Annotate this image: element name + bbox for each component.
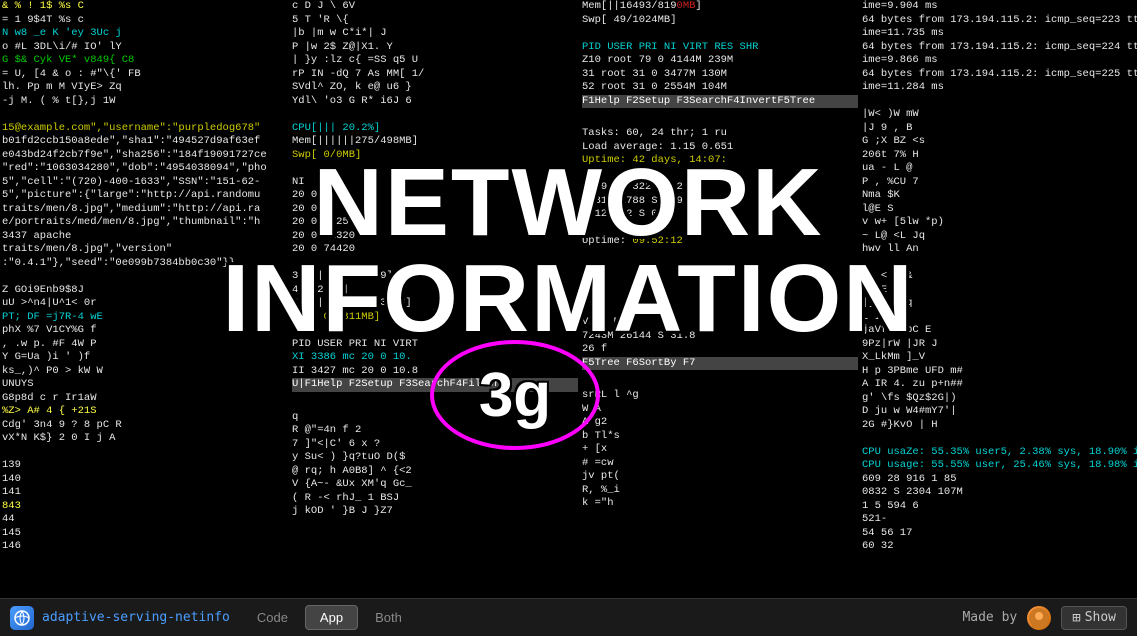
app-icon bbox=[10, 606, 34, 630]
tab-both[interactable]: Both bbox=[360, 605, 417, 630]
made-by-text: Made by bbox=[962, 610, 1017, 625]
app-name: adaptive-serving-netinfo bbox=[42, 610, 230, 625]
show-button[interactable]: ⊞ Show bbox=[1061, 606, 1127, 630]
terminal-col-3: Mem[||16493/8190MB] Swp[ 49/1024MB] PID … bbox=[580, 0, 860, 620]
tab-code[interactable]: Code bbox=[242, 605, 303, 630]
network-badge-circle: 3g bbox=[430, 340, 600, 450]
right-section: Made by ⊞ Show bbox=[962, 606, 1127, 630]
show-icon: ⊞ bbox=[1072, 610, 1080, 626]
network-badge-text: 3g bbox=[479, 360, 551, 431]
tab-app[interactable]: App bbox=[305, 605, 358, 630]
terminal-col-4: ime=9.904 ms 64 bytes from 173.194.115.2… bbox=[860, 0, 1137, 620]
terminal-col-1: & % ! 1$ %s C = 1 9$4T %s c N w8 _e K 'e… bbox=[0, 0, 290, 620]
tab-group: Code App Both bbox=[242, 605, 417, 630]
show-label: Show bbox=[1085, 610, 1116, 625]
terminal-col-2: c D J \ 6V 5 T 'R \{ |b |m w C*i*| J P |… bbox=[290, 0, 580, 620]
avatar bbox=[1027, 606, 1051, 630]
bottom-bar: adaptive-serving-netinfo Code App Both M… bbox=[0, 598, 1137, 636]
